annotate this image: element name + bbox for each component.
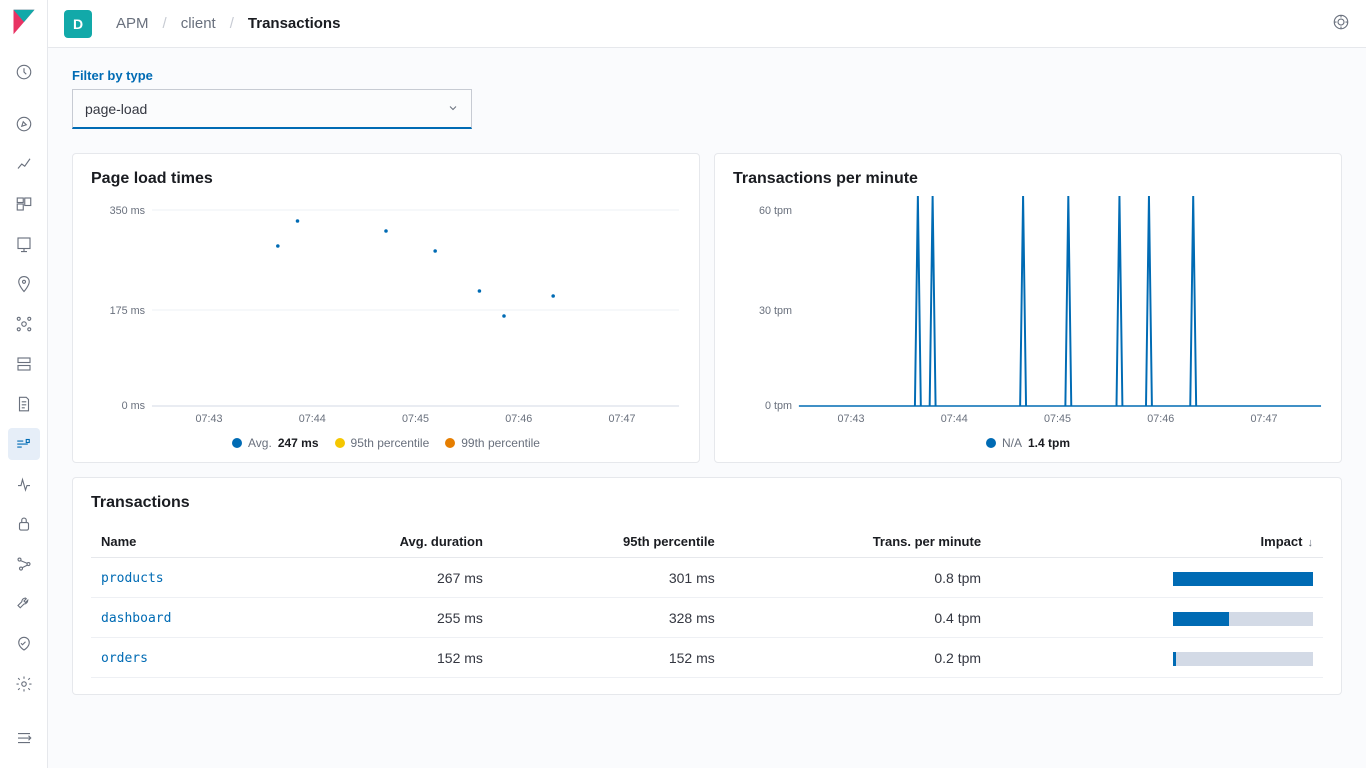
svg-text:30 tpm: 30 tpm <box>759 305 792 317</box>
recent-icon[interactable] <box>8 56 40 88</box>
breadcrumb-current: Transactions <box>248 15 341 32</box>
tpm-chart[interactable]: 60 tpm 30 tpm 0 tpm 07:43 07:44 07:45 07… <box>733 196 1323 426</box>
dashboard-icon[interactable] <box>8 188 40 220</box>
svg-text:07:45: 07:45 <box>1044 413 1071 425</box>
breadcrumb-apm[interactable]: APM <box>116 15 149 32</box>
page-load-times-chart[interactable]: 350 ms 175 ms 0 ms 07:43 07:44 07:45 07:… <box>91 196 681 426</box>
page-load-times-panel: Page load times 350 ms 175 ms 0 ms <box>72 153 700 463</box>
chart-legend: N/A 1.4 tpm <box>733 436 1323 450</box>
canvas-icon[interactable] <box>8 228 40 260</box>
svg-text:0 ms: 0 ms <box>122 400 146 412</box>
devtools-icon[interactable] <box>8 588 40 620</box>
svg-text:07:47: 07:47 <box>608 413 635 425</box>
infrastructure-icon[interactable] <box>8 348 40 380</box>
svg-text:0 tpm: 0 tpm <box>765 400 792 412</box>
cell-impact <box>991 638 1323 678</box>
svg-text:07:44: 07:44 <box>299 413 326 425</box>
col-avg[interactable]: Avg. duration <box>279 526 493 558</box>
svg-text:60 tpm: 60 tpm <box>759 205 792 217</box>
table-row: orders152 ms152 ms0.2 tpm <box>91 638 1323 678</box>
legend-na[interactable]: N/A 1.4 tpm <box>986 436 1070 450</box>
sort-down-icon: ↓ <box>1304 537 1313 549</box>
svg-text:07:45: 07:45 <box>402 413 429 425</box>
chevron-down-icon <box>447 101 459 117</box>
table-row: products 267 ms301 ms0.8 tpm <box>91 558 1323 598</box>
legend-p99[interactable]: 99th percentile <box>445 436 540 450</box>
transaction-link[interactable]: orders <box>101 651 148 666</box>
help-icon[interactable] <box>1332 13 1350 34</box>
dot-icon <box>445 438 455 448</box>
cell-tpm: 0.2 tpm <box>725 638 991 678</box>
table-row: dashboard 255 ms328 ms0.4 tpm <box>91 598 1323 638</box>
svg-text:07:46: 07:46 <box>505 413 532 425</box>
dot-icon <box>335 438 345 448</box>
col-p95[interactable]: 95th percentile <box>493 526 725 558</box>
col-name[interactable]: Name <box>91 526 279 558</box>
svg-text:07:47: 07:47 <box>1250 413 1277 425</box>
space-selector[interactable]: D <box>64 10 92 38</box>
header: D APM / client / Transactions <box>48 0 1366 48</box>
svg-text:07:46: 07:46 <box>1147 413 1174 425</box>
col-impact[interactable]: Impact ↓ <box>991 526 1323 558</box>
svg-text:07:44: 07:44 <box>941 413 968 425</box>
tpm-panel: Transactions per minute 60 tpm 30 tpm 0 … <box>714 153 1342 463</box>
transactions-panel: Transactions Name Avg. duration 95th per… <box>72 477 1342 695</box>
management-icon[interactable] <box>8 668 40 700</box>
kibana-logo[interactable] <box>10 8 38 36</box>
ml-icon[interactable] <box>8 308 40 340</box>
cell-impact <box>991 598 1323 638</box>
graph-icon[interactable] <box>8 548 40 580</box>
monitoring-icon[interactable] <box>8 628 40 660</box>
collapse-icon[interactable] <box>8 722 40 754</box>
cell-p95: 328 ms <box>493 598 725 638</box>
cell-avg: 255 ms <box>279 598 493 638</box>
cell-tpm: 0.8 tpm <box>725 558 991 598</box>
col-tpm[interactable]: Trans. per minute <box>725 526 991 558</box>
apm-icon[interactable] <box>8 428 40 460</box>
svg-text:07:43: 07:43 <box>837 413 864 425</box>
dot-icon <box>232 438 242 448</box>
panel-title: Transactions per minute <box>733 170 1323 188</box>
transactions-table: Name Avg. duration 95th percentile Trans… <box>91 526 1323 678</box>
discover-icon[interactable] <box>8 108 40 140</box>
filter-label: Filter by type <box>72 68 1342 83</box>
legend-p95[interactable]: 95th percentile <box>335 436 430 450</box>
svg-text:350 ms: 350 ms <box>110 205 146 217</box>
sidebar <box>0 0 48 768</box>
breadcrumb: APM / client / Transactions <box>116 15 340 32</box>
filter-value: page-load <box>85 101 147 117</box>
cell-p95: 152 ms <box>493 638 725 678</box>
transaction-link[interactable]: products <box>101 571 164 586</box>
cell-avg: 267 ms <box>279 558 493 598</box>
cell-p95: 301 ms <box>493 558 725 598</box>
svg-text:175 ms: 175 ms <box>110 305 146 317</box>
table-title: Transactions <box>91 494 1323 512</box>
legend-avg[interactable]: Avg. 247 ms <box>232 436 319 450</box>
cell-avg: 152 ms <box>279 638 493 678</box>
filter-type-select[interactable]: page-load <box>72 89 472 129</box>
dot-icon <box>986 438 996 448</box>
maps-icon[interactable] <box>8 268 40 300</box>
panel-title: Page load times <box>91 170 681 188</box>
cell-tpm: 0.4 tpm <box>725 598 991 638</box>
siem-icon[interactable] <box>8 508 40 540</box>
breadcrumb-client[interactable]: client <box>181 15 216 32</box>
visualize-icon[interactable] <box>8 148 40 180</box>
chart-legend: Avg. 247 ms 95th percentile 99th percent… <box>91 436 681 450</box>
svg-text:07:43: 07:43 <box>195 413 222 425</box>
logs-icon[interactable] <box>8 388 40 420</box>
cell-impact <box>991 558 1323 598</box>
uptime-icon[interactable] <box>8 468 40 500</box>
transaction-link[interactable]: dashboard <box>101 611 171 626</box>
